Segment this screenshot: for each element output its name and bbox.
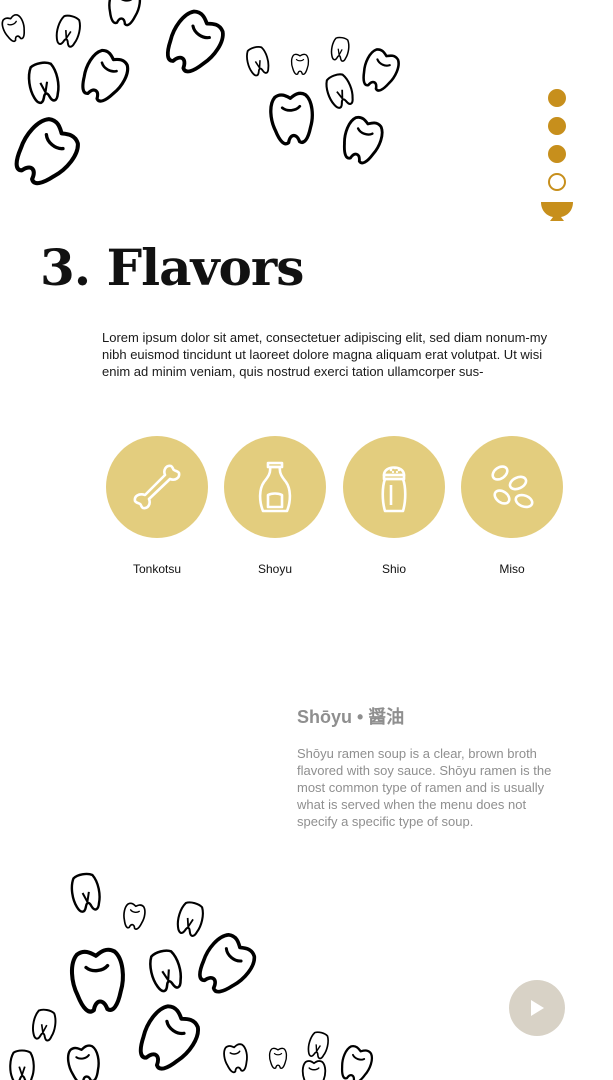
section-intro-text: Lorem ipsum dolor sit amet, consectetuer… [102,330,548,379]
flavor-tonkotsu[interactable]: Tonkotsu [105,436,209,576]
flavor-label: Tonkotsu [132,562,182,576]
progress-dot-2[interactable] [548,117,566,135]
play-button[interactable] [509,980,565,1036]
teeth-illustration-bottom [0,860,613,1080]
flavor-detail: Shōyu • 醤油 Shōyu ramen soup is a clear, … [297,703,567,830]
progress-dot-4[interactable] [548,173,566,191]
flavor-label: Miso [499,562,525,576]
soy-sauce-bottle-icon [258,461,292,513]
bone-icon [133,464,181,510]
play-icon [531,1000,544,1016]
flavor-circle[interactable] [461,436,563,538]
flavor-circle[interactable] [343,436,445,538]
section-progress [540,86,574,226]
flavor-label: Shoyu [257,562,293,576]
progress-dot-1[interactable] [548,89,566,107]
page-title: 3. Flavors [40,238,304,297]
flavor-shoyu[interactable]: Shoyu [223,436,327,576]
teeth-illustration-top [0,0,613,200]
ramen-bowl-icon [541,202,573,221]
progress-dot-3[interactable] [548,145,566,163]
teeth-doodles-icon [0,0,404,200]
flavor-miso[interactable]: Miso [460,436,564,576]
flavor-label: Shio [381,562,407,576]
soybeans-icon [491,465,534,509]
flavor-shio[interactable]: Shio [342,436,446,576]
teeth-doodles-icon [9,870,376,1080]
flavor-detail-description: Shōyu ramen soup is a clear, brown broth… [297,746,552,829]
flavor-circle[interactable] [224,436,326,538]
flavor-detail-title: Shōyu • 醤油 [297,707,405,727]
salt-shaker-icon [381,466,407,513]
flavor-circle[interactable] [106,436,208,538]
